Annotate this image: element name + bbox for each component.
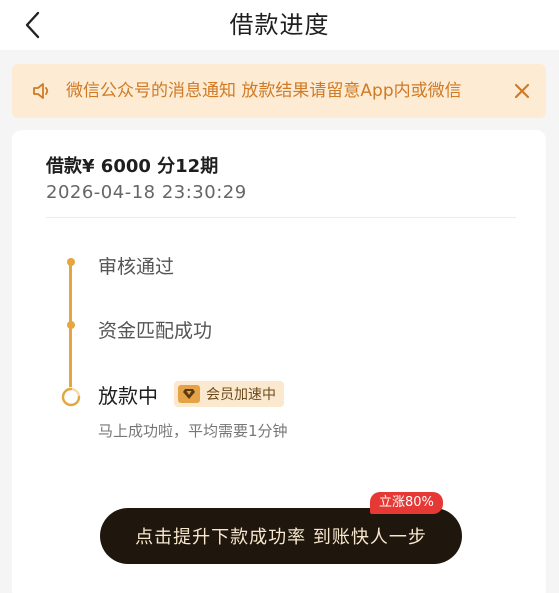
timeline-dot [67, 258, 75, 266]
notice-bar: 微信公众号的消息通知 放款结果请留意App内或微信 [12, 64, 546, 118]
vip-speedup-badge: 会员加速中 [174, 381, 284, 407]
loan-progress-card: 借款¥ 6000 分12期 2026-04-18 23:30:29 审核通过 资… [12, 130, 546, 593]
loan-timestamp: 2026-04-18 23:30:29 [46, 182, 247, 203]
loan-amount-title: 借款¥ 6000 分12期 [46, 156, 219, 177]
loading-spinner-icon [61, 387, 81, 407]
nav-bar: 借款进度 [0, 0, 559, 50]
divider [46, 217, 516, 218]
step-approved: 审核通过 [98, 256, 175, 278]
vip-badge-label: 会员加速中 [206, 387, 276, 403]
step-disbursing-hint: 马上成功啦，平均需要1分钟 [98, 422, 288, 440]
step-funds-matched: 资金匹配成功 [98, 320, 213, 342]
boost-button-label: 点击提升下款成功率 到账快人一步 [135, 527, 427, 548]
boost-success-button[interactable]: 点击提升下款成功率 到账快人一步 [100, 508, 462, 564]
boost-rate-tag: 立涨80% [370, 492, 443, 514]
speaker-icon [33, 83, 49, 99]
close-icon[interactable] [510, 79, 534, 103]
timeline-dot [67, 321, 75, 329]
notice-text: 微信公众号的消息通知 放款结果请留意App内或微信 [66, 81, 462, 101]
step-disbursing: 放款中 [98, 384, 158, 408]
diamond-icon [178, 385, 200, 403]
page-title: 借款进度 [229, 11, 330, 39]
